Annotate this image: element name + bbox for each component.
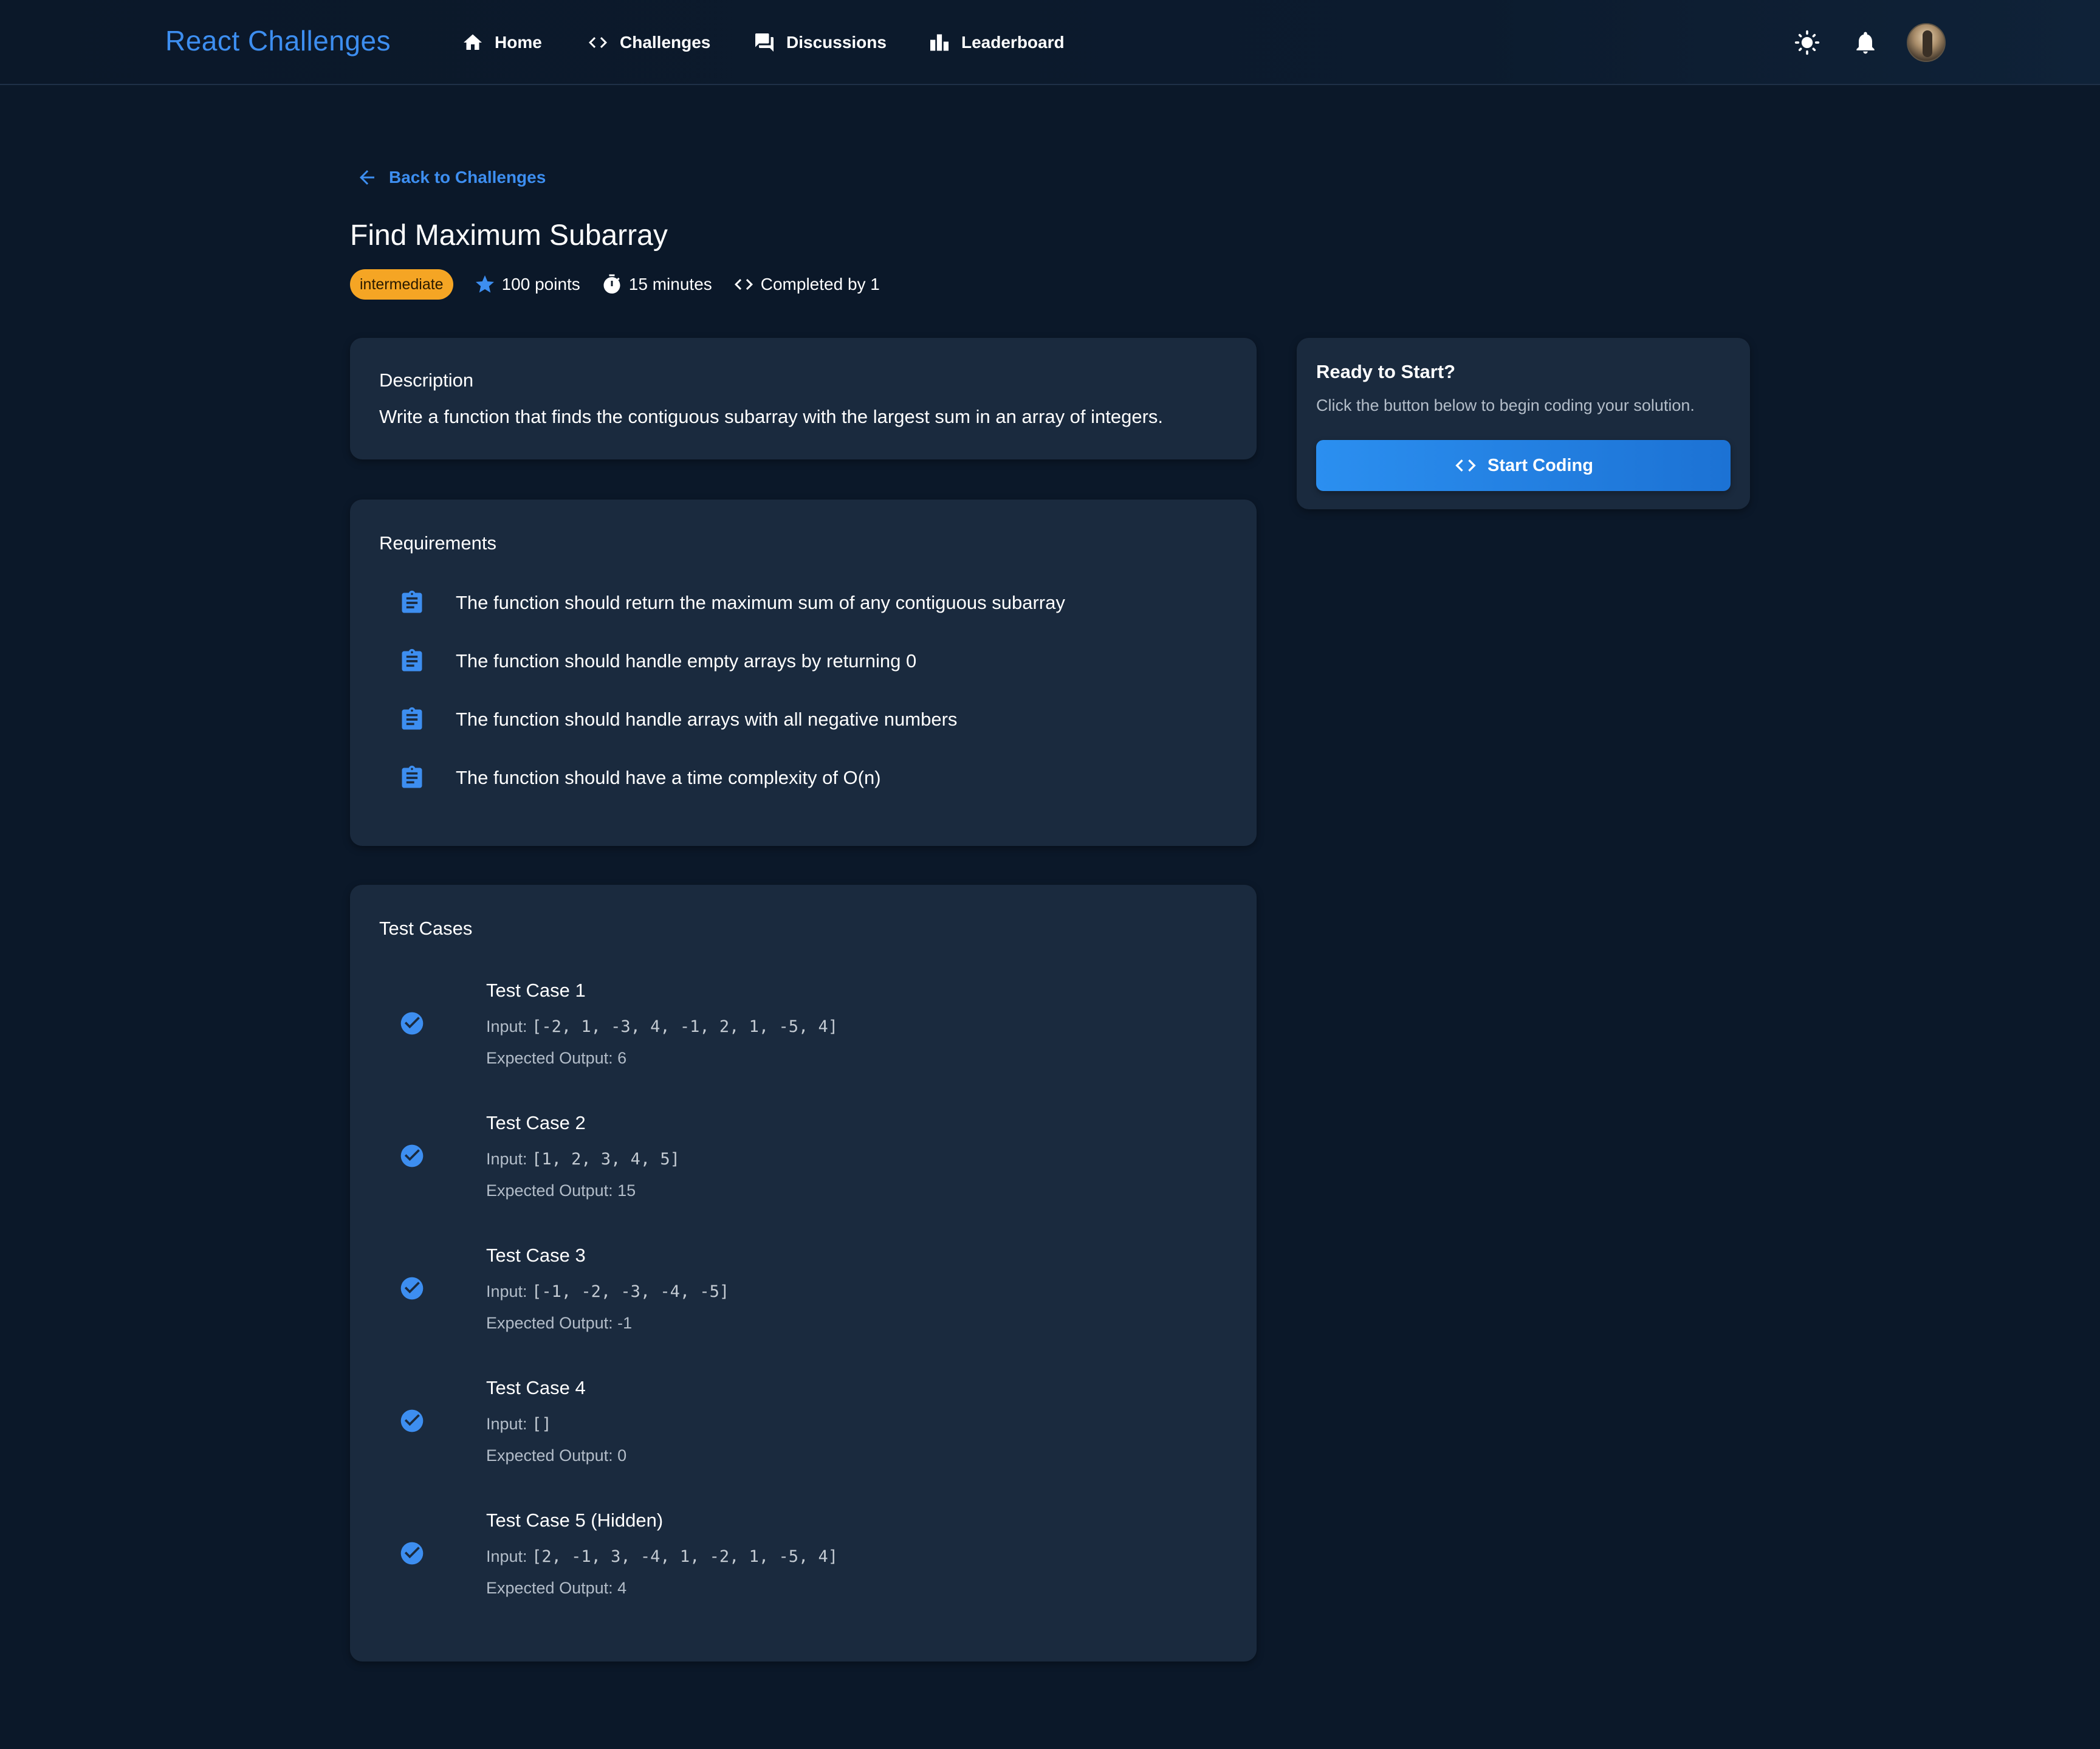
back-link-label: Back to Challenges [389,168,546,187]
description-heading: Description [379,369,474,391]
nav-discussions-label: Discussions [786,33,887,52]
forum-icon [751,29,778,56]
test-case-item: Test Case 2 Input: [1, 2, 3, 4, 5] Expec… [399,1112,1189,1222]
description-card: Description Write a function that finds … [350,338,1257,459]
notifications-icon[interactable] [1850,27,1881,58]
test-case-item: Test Case 3 Input: [-1, -2, -3, -4, -5] … [399,1245,1189,1354]
input-label: Input: [486,1547,532,1565]
input-value: [-1, -2, -3, -4, -5] [532,1282,730,1301]
start-coding-label: Start Coding [1487,455,1593,475]
test-case-title: Test Case 5 (Hidden) [486,1510,664,1531]
requirement-item: The function should handle empty arrays … [399,645,916,677]
test-case-title: Test Case 4 [486,1377,586,1398]
ready-text: Click the button below to begin coding y… [1316,396,1695,414]
test-case-input: Input: [2, -1, 3, -4, 1, -2, 1, -5, 4] [486,1547,838,1566]
test-case-input: Input: [1, 2, 3, 4, 5] [486,1150,680,1169]
home-icon [459,29,486,56]
duration-meta: 15 minutes [601,273,712,295]
points-label: 100 points [501,275,580,294]
input-label: Input: [486,1282,532,1301]
test-case-input: Input: [-1, -2, -3, -4, -5] [486,1282,729,1301]
brand-logo[interactable]: React Challenges [165,24,391,57]
test-case-item: Test Case 5 (Hidden) Input: [2, -1, 3, -… [399,1510,1189,1619]
ready-to-start-card: Ready to Start? Click the button below t… [1297,338,1750,509]
completed-meta: Completed by 1 [733,273,880,295]
test-cases-card: Test Cases Test Case 1 Input: [-2, 1, -3… [350,885,1257,1661]
check-circle-icon [399,1540,425,1567]
difficulty-badge: intermediate [350,269,453,300]
code-icon [1455,459,1476,472]
input-value: [] [532,1415,552,1434]
test-case-input: Input: [-2, 1, -3, 4, -1, 2, 1, -5, 4] [486,1017,838,1036]
test-cases-heading: Test Cases [379,918,473,939]
test-case-input: Input: [] [486,1415,552,1434]
test-case-output: Expected Output: 6 [486,1049,627,1067]
code-icon [734,279,753,290]
code-icon [585,29,611,56]
test-case-title: Test Case 2 [486,1112,586,1133]
arrow-back-icon [360,170,374,185]
nav-discussions[interactable]: Discussions [751,29,887,56]
requirement-text: The function should handle empty arrays … [456,650,917,672]
input-value: [1, 2, 3, 4, 5] [532,1150,680,1169]
points-meta: 100 points [474,273,580,295]
nav-home-label: Home [495,33,542,52]
assignment-icon [402,590,422,613]
completed-label: Completed by 1 [760,275,880,294]
nav-challenges-label: Challenges [620,33,711,52]
requirement-text: The function should have a time complexi… [456,767,881,788]
input-label: Input: [486,1017,532,1036]
start-coding-button[interactable]: Start Coding [1316,440,1731,491]
requirements-card: Requirements The function should return … [350,500,1257,846]
test-case-output: Expected Output: 4 [486,1579,627,1597]
check-circle-icon [399,1010,425,1037]
input-value: [-2, 1, -3, 4, -1, 2, 1, -5, 4] [532,1017,838,1036]
nav-challenges[interactable]: Challenges [585,29,710,56]
avatar[interactable] [1907,23,1946,62]
challenge-meta: intermediate 100 points 15 minutes Compl… [350,269,901,300]
requirement-item: The function should return the maximum s… [399,587,1065,619]
assignment-icon [402,765,422,788]
requirements-heading: Requirements [379,532,496,554]
nav-leaderboard-label: Leaderboard [961,33,1065,52]
assignment-icon [402,707,422,730]
test-case-item: Test Case 1 Input: [-2, 1, -3, 4, -1, 2,… [399,980,1189,1089]
theme-toggle-icon[interactable] [1791,27,1823,58]
test-case-item: Test Case 4 Input: [] Expected Output: 0 [399,1377,1189,1486]
test-case-title: Test Case 3 [486,1245,586,1266]
leaderboard-icon [926,29,953,56]
input-value: [2, -1, 3, -4, 1, -2, 1, -5, 4] [532,1547,838,1566]
avatar-figure [1923,30,1932,57]
requirement-item: The function should handle arrays with a… [399,704,957,735]
requirement-text: The function should handle arrays with a… [456,709,958,730]
back-to-challenges-link[interactable]: Back to Challenges [356,164,546,191]
check-circle-icon [399,1407,425,1434]
ready-title: Ready to Start? [1316,361,1456,382]
test-case-output: Expected Output: 15 [486,1181,636,1200]
test-case-title: Test Case 1 [486,980,586,1001]
star-icon [475,275,494,293]
duration-label: 15 minutes [628,275,712,294]
check-circle-icon [399,1275,425,1302]
test-case-output: Expected Output: 0 [486,1446,627,1465]
assignment-icon [402,648,422,672]
requirement-text: The function should return the maximum s… [456,592,1065,613]
test-case-output: Expected Output: -1 [486,1314,633,1332]
top-app-bar: React Challenges Home Challenges Discuss… [0,0,2100,85]
requirement-item: The function should have a time complexi… [399,762,881,794]
nav-leaderboard[interactable]: Leaderboard [926,29,1065,56]
check-circle-icon [399,1143,425,1169]
nav-home[interactable]: Home [459,29,542,56]
page-title: Find Maximum Subarray [350,219,668,252]
input-label: Input: [486,1150,532,1168]
input-label: Input: [486,1415,532,1433]
timer-icon [603,274,620,294]
description-text: Write a function that finds the contiguo… [379,406,1164,427]
